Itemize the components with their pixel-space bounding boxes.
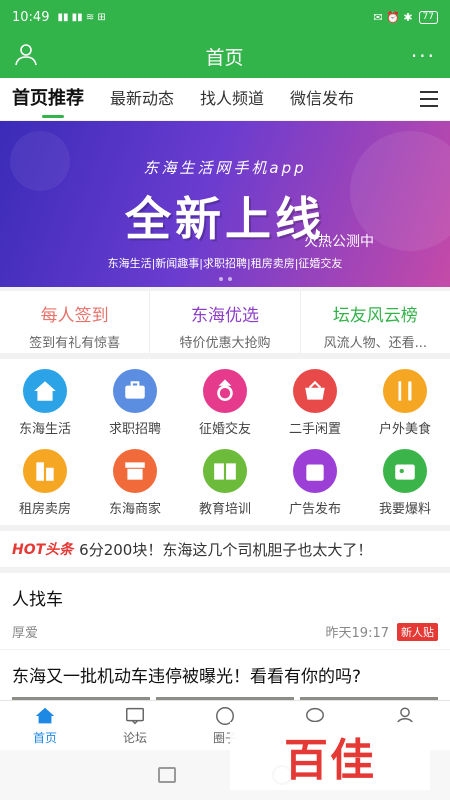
grid-item-dating[interactable]: 征婚交友	[180, 365, 270, 437]
grid-item-housing[interactable]: 租房卖房	[0, 445, 90, 517]
feature-row: 每人签到 签到有礼有惊喜 东海优选 特价优惠大抢购 坛友风云榜 风流人物、还看.…	[0, 291, 450, 353]
banner-headline: 全新上线	[125, 192, 325, 246]
app-bar: 首页 ···	[0, 34, 450, 78]
banner-line: 东海生活|新闻趣事|求职招聘|租房卖房|征婚交友	[107, 257, 343, 270]
feature-leaderboard[interactable]: 坛友风云榜 风流人物、还看...	[301, 291, 450, 353]
grid-label: 广告发布	[288, 502, 341, 517]
nav-label: 首页	[32, 731, 57, 745]
house-icon	[23, 369, 67, 413]
grid-item-food[interactable]: 户外美食	[360, 365, 450, 437]
nav-forum[interactable]: 论坛	[90, 701, 180, 750]
ring-icon	[203, 369, 247, 413]
grid-label: 征婚交友	[198, 422, 251, 437]
tab-home-recommend[interactable]: 首页推荐	[12, 78, 84, 120]
forum-icon	[126, 707, 144, 725]
user-icon[interactable]	[14, 42, 38, 70]
post-item[interactable]: 人找车 厚爱 昨天19:17 新人贴	[0, 573, 450, 649]
grid-item-jobs[interactable]: 求职招聘	[90, 365, 180, 437]
grid-item-merchants[interactable]: 东海商家	[90, 445, 180, 517]
grid-item-ads[interactable]: 广告发布	[270, 445, 360, 517]
briefcase-icon	[113, 369, 157, 413]
grid-label: 东海生活	[18, 422, 71, 437]
feature-title: 坛友风云榜	[332, 306, 418, 326]
feature-selection[interactable]: 东海优选 特价优惠大抢购	[150, 291, 301, 353]
grid-label: 求职招聘	[108, 422, 161, 437]
menu-icon[interactable]	[420, 91, 438, 107]
grid-label: 教育培训	[198, 502, 251, 517]
grid-label: 户外美食	[378, 422, 431, 437]
grid-item-education[interactable]: 教育培训	[180, 445, 270, 517]
nav-home[interactable]: 首页	[0, 701, 90, 750]
hot-text: 6分200块！东海这几个司机胆子也太大了！	[79, 540, 373, 559]
building-icon	[23, 449, 67, 493]
cutlery-icon	[383, 369, 427, 413]
status-signal: ▮▮ ▮▮ ≋ ⊞	[57, 11, 106, 23]
banner-dots	[0, 277, 450, 281]
nav-label: 论坛	[122, 731, 147, 745]
feature-title: 每人签到	[40, 306, 109, 326]
book-icon	[203, 449, 247, 493]
feature-subtitle: 特价优惠大抢购	[179, 336, 271, 351]
grid-label: 二手闲置	[288, 422, 341, 437]
post-time: 昨天19:17	[325, 626, 389, 641]
post-author: 厚爱	[12, 626, 39, 641]
post-title: 东海又一批机动车违停被曝光！看看有你的吗?	[12, 667, 362, 687]
bag-icon	[293, 449, 337, 493]
new-post-badge: 新人贴	[397, 622, 438, 641]
grid-label: 我要爆料	[378, 502, 431, 517]
banner[interactable]: 东海生活网手机app 全新上线 火热公测中 东海生活|新闻趣事|求职招聘|租房卖…	[0, 121, 450, 287]
feature-subtitle: 风流人物、还看...	[323, 336, 428, 351]
grid-item-secondhand[interactable]: 二手闲置	[270, 365, 360, 437]
tab-wechat[interactable]: 微信发布	[290, 78, 354, 120]
home-icon	[35, 707, 55, 724]
basket-icon	[293, 369, 337, 413]
watermark-logo: 百佳	[230, 722, 430, 790]
hot-news[interactable]: HOT头条 6分200块！东海这几个司机胆子也太大了！	[0, 531, 450, 567]
grid-item-report[interactable]: 我要爆料	[360, 445, 450, 517]
status-time: 10:49	[12, 9, 50, 25]
store-icon	[113, 449, 157, 493]
grid-item-life[interactable]: 东海生活	[0, 365, 90, 437]
feature-subtitle: 签到有礼有惊喜	[29, 336, 121, 351]
banner-tag: 火热公测中	[304, 234, 374, 250]
recent-apps-icon[interactable]	[158, 767, 176, 783]
post-title: 人找车	[12, 590, 63, 610]
status-bar: 10:49 ▮▮ ▮▮ ≋ ⊞ ✉ ⏰ ✱ 77	[0, 0, 450, 34]
battery-indicator: 77	[418, 10, 438, 24]
hot-badge: HOT头条	[12, 542, 74, 558]
tab-find-people[interactable]: 找人频道	[200, 78, 264, 120]
more-icon[interactable]: ···	[411, 44, 436, 68]
banner-subtitle: 东海生活网手机app	[143, 159, 307, 177]
page-title: 首页	[205, 46, 244, 69]
grid-label: 东海商家	[108, 502, 161, 517]
tab-bar: 首页推荐 最新动态 找人频道 微信发布	[0, 78, 450, 120]
category-grid: 东海生活 求职招聘 征婚交友 二手闲置 户外美食 租房卖房 东海商家 教育培训 …	[0, 359, 450, 525]
feature-checkin[interactable]: 每人签到 签到有礼有惊喜	[0, 291, 151, 353]
idcard-icon	[383, 449, 427, 493]
tab-latest[interactable]: 最新动态	[110, 78, 174, 120]
feature-title: 东海优选	[190, 306, 259, 326]
status-icons: ✉ ⏰ ✱	[373, 10, 413, 24]
grid-label: 租房卖房	[18, 502, 71, 517]
